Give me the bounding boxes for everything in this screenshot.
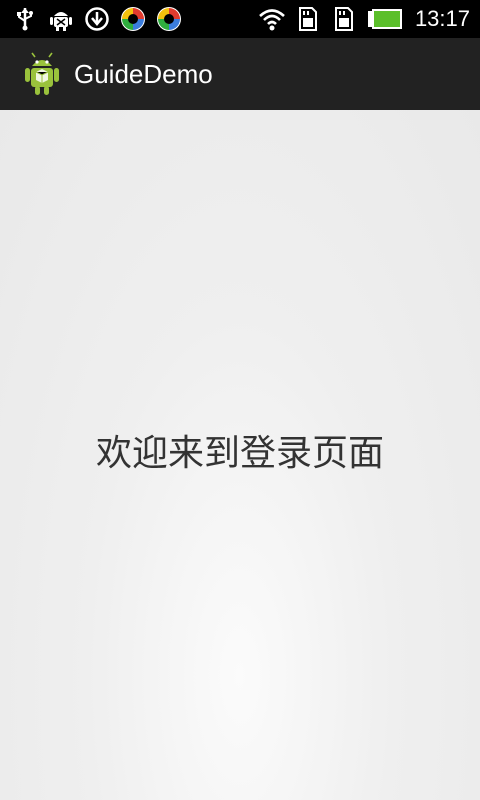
notification-icons xyxy=(12,4,182,34)
wifi-icon xyxy=(259,6,285,32)
welcome-text: 欢迎来到登录页面 xyxy=(95,433,384,474)
sd-card-icon xyxy=(331,6,357,32)
android-icon[interactable] xyxy=(22,51,62,97)
system-icons: 13:17 xyxy=(259,4,470,34)
usb-icon xyxy=(12,6,38,32)
sync-app-icon xyxy=(120,6,146,32)
battery-icon xyxy=(367,6,403,32)
sync-app-icon xyxy=(156,6,182,32)
app-title: GuideDemo xyxy=(74,58,213,89)
download-icon xyxy=(84,6,110,32)
status-bar: 13:17 xyxy=(0,0,480,38)
clock-time: 13:17 xyxy=(414,6,470,31)
content-area: 欢迎来到登录页面 xyxy=(0,110,480,800)
sd-card-icon xyxy=(295,6,321,32)
android-debug-icon xyxy=(48,6,74,32)
screen: 13:17 GuideDemo 欢迎来到登录页面 xyxy=(0,0,480,800)
action-bar: GuideDemo xyxy=(0,38,480,110)
